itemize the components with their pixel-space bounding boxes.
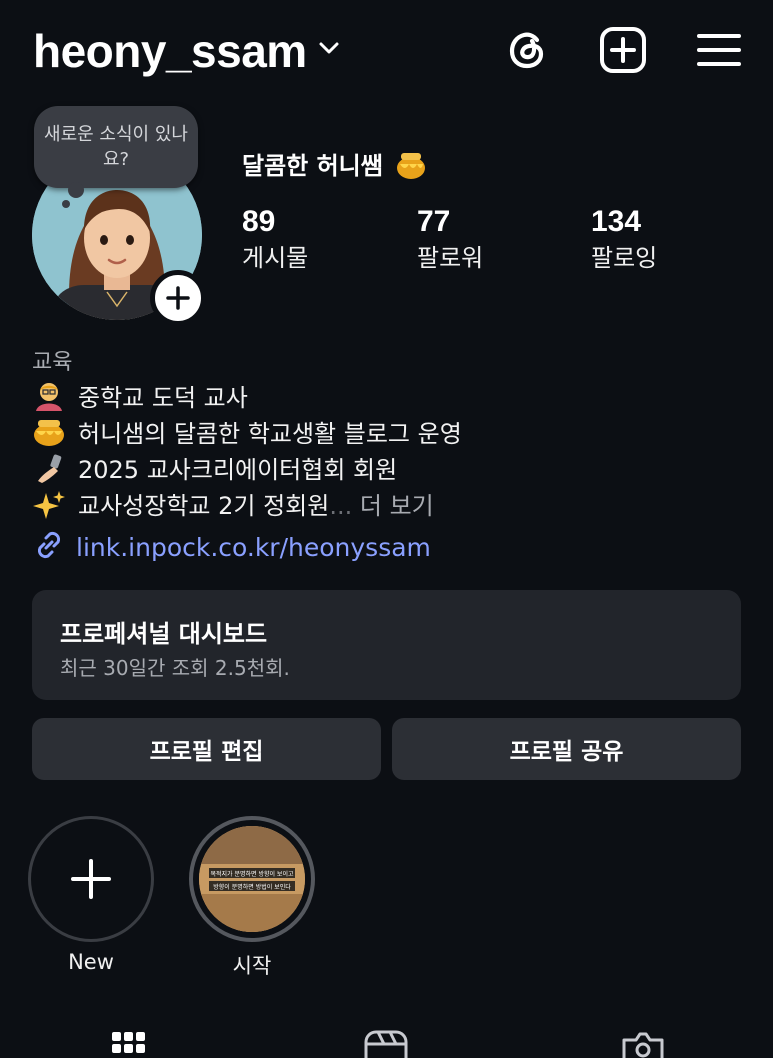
share-profile-button[interactable]: 프로필 공유 [392,718,741,780]
cover-caption-line-2: 방향이 분명하면 방법이 보인다 [213,883,291,891]
bio-ellipsis: ... [329,492,353,520]
new-highlight-ring [28,816,154,942]
display-name: 달콤한 허니쌤 [242,146,427,181]
chevron-down-icon[interactable] [318,40,340,56]
professional-dashboard[interactable]: 프로페셔널 대시보드 최근 30일간 조회 2.5천회. [32,590,741,700]
selfie-emoji-icon [38,454,62,483]
bio-line: 허니샘의 달콤한 학교생활 블로그 운영 [32,414,462,449]
note-bubble-tail-dot [62,200,70,208]
highlight-cover-image: 목적지가 분명하면 방향이 보이고 방향이 분명하면 방법이 보인다 [199,826,305,932]
honey-pot-emoji-icon [34,420,64,446]
story-highlight-ring: 목적지가 분명하면 방향이 보이고 방향이 분명하면 방법이 보인다 [189,816,315,942]
username[interactable]: heony_ssam [33,24,307,78]
bio-link-text: link.inpock.co.kr/heonyssam [76,533,431,562]
stat-posts-label: 게시물 [242,244,309,272]
display-name-text: 달콤한 허니쌤 [242,152,383,180]
sparkles-emoji-icon [33,491,65,519]
highlight-start[interactable]: 목적지가 분명하면 방향이 보이고 방향이 분명하면 방법이 보인다 시작 [189,816,315,980]
category-label: 교육 [32,350,73,375]
stat-following-count: 134 [591,205,642,238]
edit-profile-button[interactable]: 프로필 편집 [32,718,381,780]
dashboard-title: 프로페셔널 대시보드 [60,620,268,648]
stat-followers[interactable]: 77 팔로워 [417,204,483,274]
honey-pot-icon [397,153,426,179]
more-link[interactable]: 더 보기 [360,492,434,520]
link-icon [37,531,61,559]
dashboard-subtitle: 최근 30일간 조회 2.5천회. [60,656,290,680]
teacher-emoji-icon [36,383,62,411]
note-bubble-tail [68,182,84,198]
stat-following-label: 팔로잉 [591,244,658,272]
threads-icon[interactable] [504,26,552,74]
reels-icon[interactable] [364,1030,408,1058]
profile-page: heony_ssam 새로운 소식이 있나요? 달콤한 허니쌤 89 게시물 7… [0,0,773,1058]
top-bar: heony_ssam [0,0,773,100]
highlight-label: 시작 [232,954,272,978]
bio-line: 중학교 도덕 교사 [32,378,248,413]
stat-posts[interactable]: 89 게시물 [242,204,308,274]
create-plus-icon[interactable] [599,26,647,74]
menu-icon[interactable] [695,26,743,74]
plus-icon [166,286,190,310]
stat-followers-count: 77 [417,205,451,238]
cover-caption-line-1: 목적지가 분명하면 방향이 보이고 [210,870,293,878]
tagged-icon[interactable] [620,1030,666,1058]
grid-icon[interactable] [110,1030,148,1058]
highlight-cover: 목적지가 분명하면 방향이 보이고 방향이 분명하면 방법이 보인다 [199,826,305,932]
note-bubble[interactable]: 새로운 소식이 있나요? [34,106,198,188]
bio-line: 교사성장학교 2기 정회원... 더 보기 [32,486,434,521]
highlight-new[interactable]: New [28,816,154,974]
bio-line-text: 중학교 도덕 교사 [78,384,248,412]
add-story-badge[interactable] [150,270,206,326]
stat-posts-count: 89 [242,205,276,238]
bio-link[interactable]: link.inpock.co.kr/heonyssam [32,528,431,562]
bio-line-text: 2025 교사크리에이터협회 회원 [78,456,398,484]
stat-followers-label: 팔로워 [417,244,484,272]
highlight-label: New [68,950,114,974]
plus-icon [71,859,111,899]
bio-line-text: 허니샘의 달콤한 학교생활 블로그 운영 [78,420,462,448]
bio-line-text: 교사성장학교 2기 정회원 [78,492,330,520]
bio-line: 2025 교사크리에이터협회 회원 [32,450,397,485]
stat-following[interactable]: 134 팔로잉 [591,204,657,274]
content-tabs [0,1022,773,1058]
